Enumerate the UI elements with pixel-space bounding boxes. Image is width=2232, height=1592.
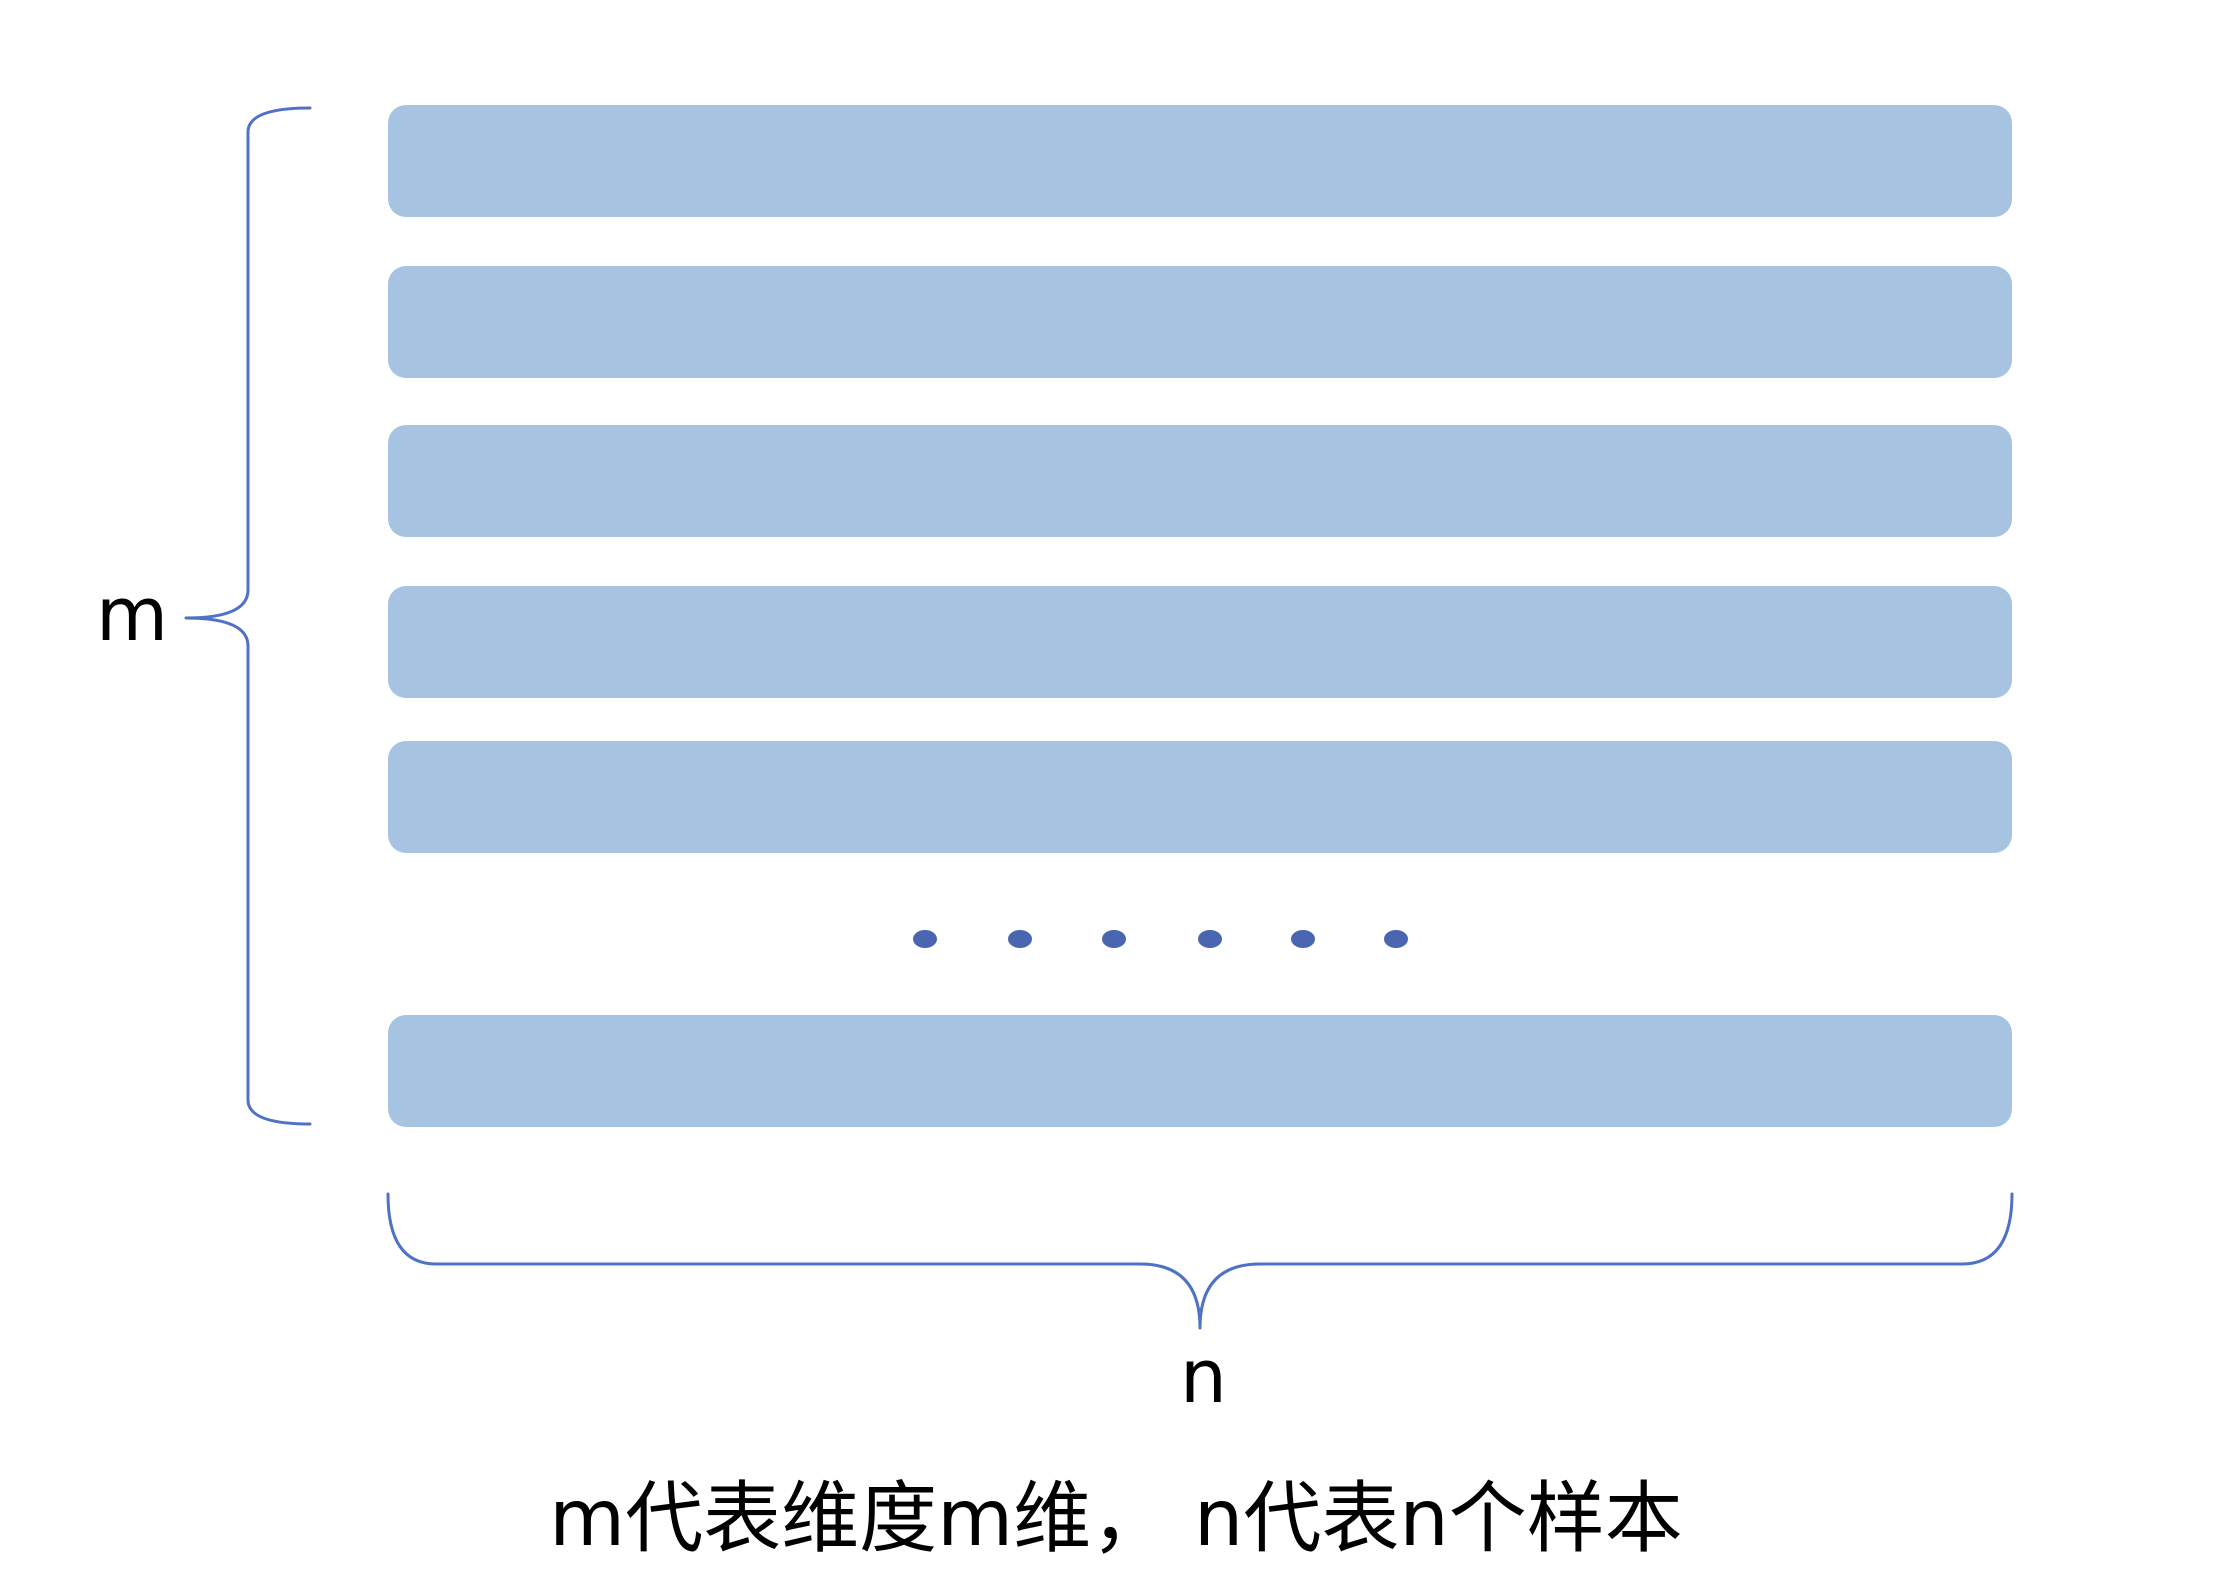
ellipsis-dot-2 bbox=[1008, 930, 1032, 948]
sample-row-5 bbox=[388, 741, 2012, 853]
ellipsis-dot-6 bbox=[1384, 930, 1408, 948]
sample-row-last bbox=[388, 1015, 2012, 1127]
ellipsis-dot-3 bbox=[1102, 930, 1126, 948]
sample-row-3 bbox=[388, 425, 2012, 537]
left-brace-m bbox=[184, 106, 312, 1126]
matrix-diagram: m n m代表维度m维， n代表n个样本 bbox=[0, 0, 2232, 1592]
diagram-caption: m代表维度m维， n代表n个样本 bbox=[549, 1474, 1683, 1564]
sample-row-2 bbox=[388, 266, 2012, 378]
sample-row-1 bbox=[388, 105, 2012, 217]
sample-row-4 bbox=[388, 586, 2012, 698]
ellipsis-dot-4 bbox=[1198, 930, 1222, 948]
ellipsis-dot-1 bbox=[913, 930, 937, 948]
bottom-brace-n bbox=[386, 1192, 2014, 1330]
label-n: n bbox=[1180, 1334, 1227, 1420]
ellipsis-dot-5 bbox=[1291, 930, 1315, 948]
label-m: m bbox=[96, 572, 169, 658]
